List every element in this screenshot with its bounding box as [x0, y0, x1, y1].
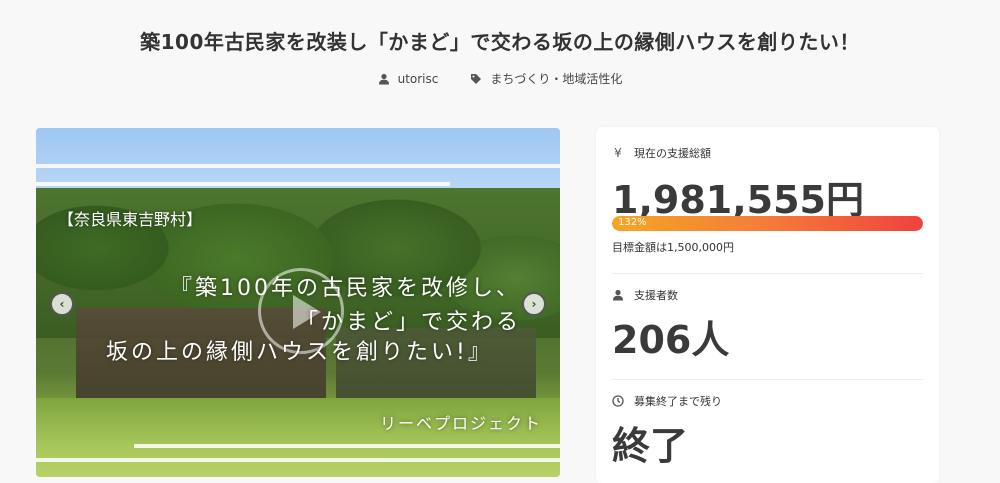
next-slide-button[interactable]: ›	[522, 292, 546, 316]
tag-icon	[471, 73, 482, 84]
goal-amount: 目標金額は1,500,000円	[612, 241, 734, 254]
yen-icon: ¥	[614, 146, 622, 160]
divider	[612, 379, 923, 380]
chevron-left-icon: ‹	[59, 297, 65, 311]
remaining-value: 終了	[612, 424, 689, 468]
category-link[interactable]: まちづくり・地域活性化	[470, 70, 622, 87]
page-header: 築100年古民家を改装し「かまど」で交わる坂の上の縁側ハウスを創りたい！ uto…	[0, 0, 1000, 110]
remaining-label: 募集終了まで残り	[612, 393, 722, 409]
hero-headline-2: 「かまど」で交わる	[296, 310, 522, 335]
supporters-count: 206人	[612, 318, 730, 362]
divider	[612, 273, 923, 274]
user-icon	[613, 289, 623, 301]
hero-line-bottom	[134, 444, 560, 448]
hero-headline-3: 坂の上の縁側ハウスを創りたい!』	[106, 340, 493, 365]
author-link[interactable]: utorisc	[378, 70, 439, 87]
supporters-label: 支援者数	[612, 287, 678, 303]
page-title: 築100年古民家を改装し「かまど」で交わる坂の上の縁側ハウスを創りたい！	[140, 30, 860, 54]
hero-line-top	[36, 164, 560, 168]
prev-slide-button[interactable]: ‹	[50, 292, 74, 316]
progress-bar: 132%	[612, 216, 923, 231]
funding-label: ¥ 現在の支援総額	[612, 145, 711, 161]
project-hero-video[interactable]: 【奈良県東吉野村】 『築100年の古民家を改修し、 「かまど」で交わる 坂の上の…	[36, 128, 560, 477]
chevron-right-icon: ›	[531, 297, 537, 311]
funding-panel: ¥ 現在の支援総額 1,981,555円 132% 目標金額は1,500,000…	[596, 127, 939, 483]
author-name: utorisc	[397, 71, 439, 86]
hero-region: 【奈良県東吉野村】	[58, 210, 203, 229]
project-meta: utorisc まちづくり・地域活性化	[0, 70, 1000, 87]
user-icon	[378, 73, 389, 84]
clock-icon	[612, 395, 624, 407]
progress-bar-fill: 132%	[612, 216, 923, 231]
progress-percent: 132%	[618, 217, 647, 228]
hero-project-name: リーベプロジェクト	[380, 414, 543, 433]
hero-line-bottom-long	[36, 458, 560, 462]
hero-line-top-short	[36, 182, 450, 186]
hero-headline-1: 『築100年の古民家を改修し、	[170, 276, 521, 301]
category-name: まちづくり・地域活性化	[490, 72, 623, 86]
